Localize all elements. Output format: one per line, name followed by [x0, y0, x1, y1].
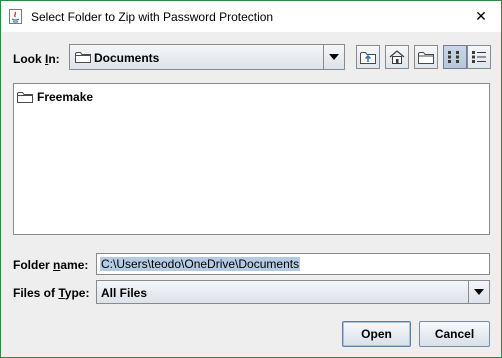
new-folder-icon	[418, 52, 434, 64]
folder-name-value: C:\Users\teodo\OneDrive\Documents	[100, 257, 301, 271]
home-icon	[389, 50, 405, 64]
list-item[interactable]: Freemake	[17, 89, 93, 105]
look-in-label-part: n:	[48, 52, 60, 66]
files-of-type-label: Files of Type:	[13, 286, 89, 300]
folder-name-input[interactable]: C:\Users\teodo\OneDrive\Documents	[96, 253, 490, 275]
new-folder-button[interactable]	[414, 45, 438, 69]
look-in-label-part: Look	[13, 52, 45, 66]
details-view-button[interactable]	[467, 45, 491, 69]
chevron-down-icon	[474, 289, 484, 295]
folder-icon	[75, 52, 91, 63]
cancel-button[interactable]: Cancel	[419, 321, 490, 347]
files-of-type-value: All Files	[101, 286, 148, 300]
list-view-icon	[448, 51, 459, 63]
up-one-level-button[interactable]	[356, 45, 380, 69]
look-in-combobox[interactable]: Documents	[69, 44, 345, 70]
folder-name-label: Folder name:	[13, 258, 88, 272]
chevron-down-icon	[329, 54, 339, 60]
look-in-value: Documents	[94, 51, 160, 65]
files-of-type-label-part: ype:	[64, 286, 90, 300]
file-list[interactable]: Freemake	[13, 83, 490, 235]
files-of-type-dropdown-button[interactable]	[468, 281, 489, 303]
window-title: Select Folder to Zip with Password Prote…	[31, 10, 274, 24]
dialog-content: Look In: Documents Freemake Folder name:…	[1, 32, 501, 357]
up-one-level-icon	[360, 52, 376, 64]
files-of-type-combobox[interactable]: All Files	[96, 280, 490, 304]
home-button[interactable]	[385, 45, 409, 69]
list-view-button[interactable]	[443, 45, 467, 69]
look-in-dropdown-button[interactable]	[323, 45, 344, 69]
folder-name-label-part: Folder	[13, 258, 54, 272]
open-button[interactable]: Open	[342, 321, 411, 347]
java-app-icon	[9, 9, 22, 24]
files-of-type-label-part: Files of	[13, 286, 59, 300]
look-in-label: Look In:	[13, 52, 60, 66]
file-chooser-dialog: Select Folder to Zip with Password Prote…	[0, 0, 502, 358]
details-view-icon	[472, 51, 486, 63]
title-bar[interactable]: Select Folder to Zip with Password Prote…	[1, 1, 501, 32]
close-button[interactable]: ✕	[469, 5, 493, 27]
file-name: Freemake	[37, 90, 94, 104]
folder-icon	[17, 92, 33, 103]
close-icon: ✕	[475, 7, 487, 24]
folder-name-label-part: ame:	[60, 258, 89, 272]
